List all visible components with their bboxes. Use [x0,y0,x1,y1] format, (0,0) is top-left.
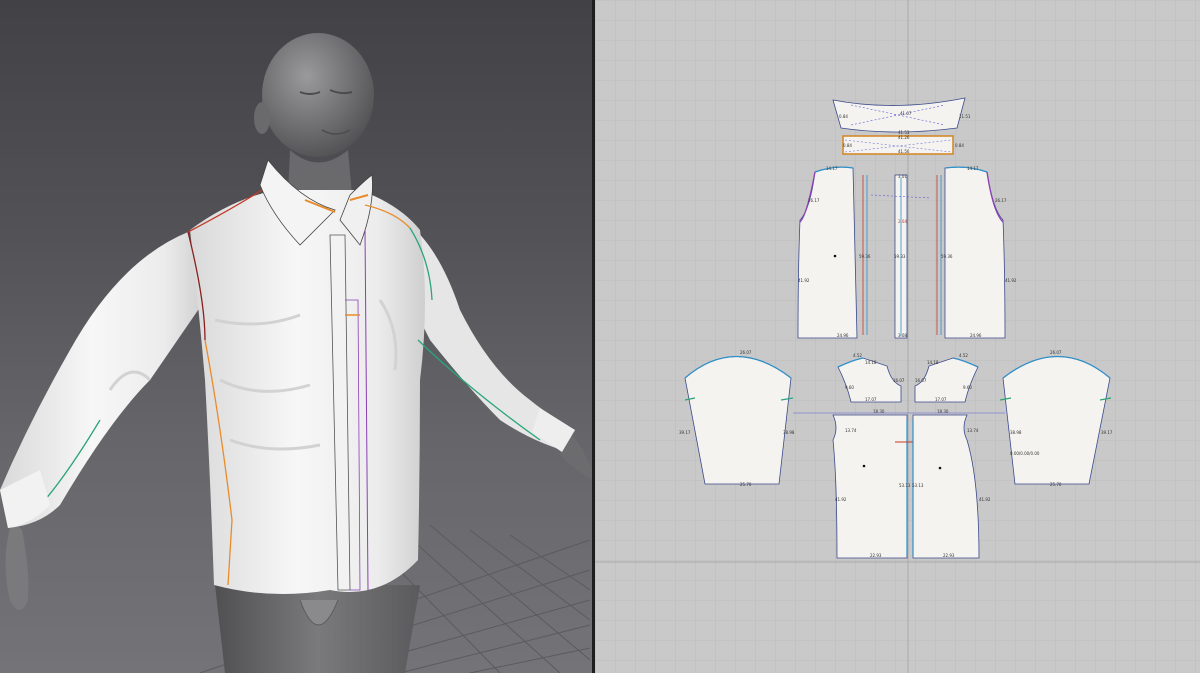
yoke-left-top-measure: 4.52 [853,353,862,358]
back-right-side-measure: 41.92 [979,497,991,502]
sleeve-left-cuff-measure: 25.70 [740,482,752,487]
yoke-right-side-measure: 9.60 [963,385,972,390]
front-left-armhole-measure: 26.17 [808,198,820,203]
placket-top-measure: 3.01 [898,174,907,179]
3d-scene [0,33,592,673]
pattern-canvas: 41.07 0.84 11.51 41.53 41.26 41.56 0.84 … [595,0,1200,673]
back-left-armhole-measure: 13.74 [845,428,857,433]
avatar-head [262,33,374,157]
placket-bottom-measure: 3.08 [898,333,907,338]
sleeve-right-cuff-measure: 25.70 [1050,482,1062,487]
sleeve-left-cap-measure: 26.07 [740,350,752,355]
yoke-right-bottom-measure: 17.07 [935,397,947,402]
yoke-left-side-measure: 9.60 [845,385,854,390]
sleeve-right-seam-measure: 38.98 [1010,430,1022,435]
back-left-hem-measure: 22.93 [870,553,882,558]
front-right-shoulder-measure: 14.17 [967,166,979,171]
placket-mark-measure: 2.04 [898,219,907,224]
front-right-center-measure: 59.36 [941,254,953,259]
pattern-back-left[interactable]: 18.30 13.74 41.92 53.13 22.93 [832,409,919,559]
front-right-hem-measure: 24.96 [970,333,982,338]
front-right-armhole-measure: 26.17 [995,198,1007,203]
collar-side-left-measure: 0.84 [839,114,848,119]
sleeve-right-cap-measure: 26.07 [1050,350,1062,355]
yoke-left-shoulder-measure: 14.18 [865,360,877,365]
stand-mid-measure: 41.26 [898,135,910,140]
stand-right-measure: 0.84 [955,143,964,148]
back-right-hem-measure: 22.93 [943,553,955,558]
collar-side-right-measure: 11.51 [959,114,971,119]
2d-pattern-view[interactable]: 41.07 0.84 11.51 41.53 41.26 41.56 0.84 … [595,0,1200,673]
front-left-hem-measure: 24.96 [837,333,849,338]
sleeve-right-side-measure: 39.17 [1101,430,1113,435]
yoke-left-bottom-measure: 17.07 [865,397,877,402]
shirt-3d[interactable] [0,159,575,594]
front-left-shoulder-measure: 14.17 [826,166,838,171]
front-right-side-measure: 41.92 [1005,278,1017,283]
sleeve-left-seam-measure: 38.98 [783,430,795,435]
back-right-center-measure: 53.13 [912,483,924,488]
pattern-placket[interactable]: 59.33 3.01 3.08 2.04 [894,174,908,339]
back-left-side-measure: 41.92 [835,497,847,502]
sleeve-pleat-measure: 0.00/0.00/0.00 [1010,451,1040,456]
back-left-center-measure: 53.13 [899,483,911,488]
back-right-armhole-measure: 13.74 [967,428,979,433]
yoke-right-top-measure: 4.52 [959,353,968,358]
collar-top-measure: 41.07 [900,111,912,116]
front-left-center-measure: 59.36 [859,254,871,259]
stand-bottom-measure: 41.56 [898,149,910,154]
yoke-right-center-measure: 16.07 [915,378,927,383]
placket-length-measure: 59.33 [894,254,906,259]
3d-avatar-view[interactable] [0,0,592,673]
stand-left-measure: 0.84 [843,143,852,148]
front-left-side-measure: 41.92 [798,278,810,283]
yoke-right-shoulder-measure: 14.18 [927,360,939,365]
sleeve-left-side-measure: 39.17 [679,430,691,435]
yoke-left-center-measure: 16.07 [893,378,905,383]
